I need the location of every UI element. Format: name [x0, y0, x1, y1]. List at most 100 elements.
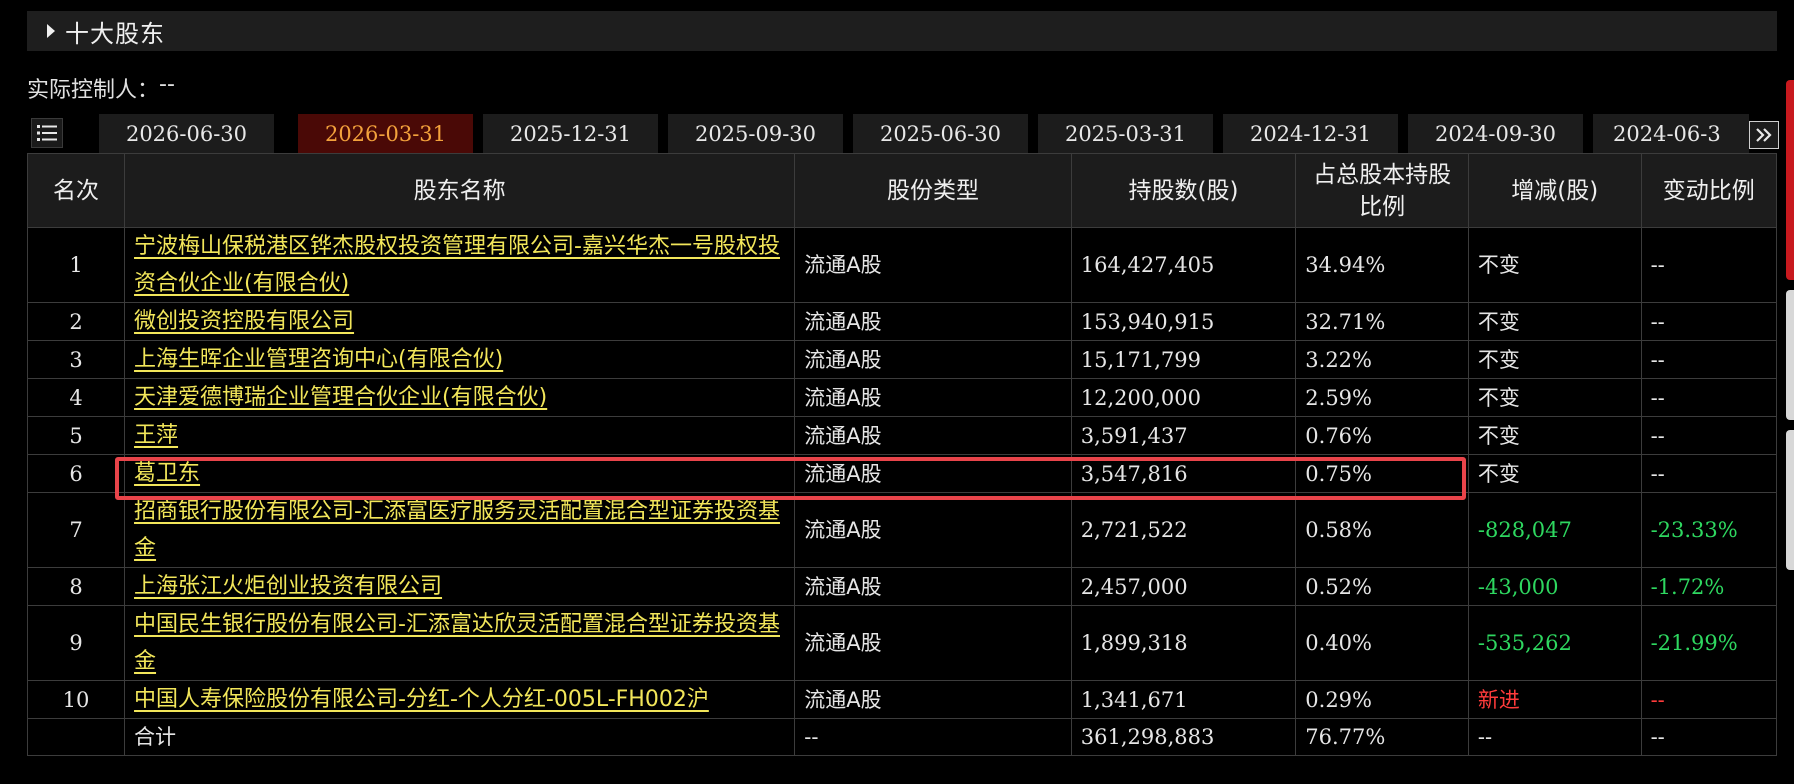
- shareholder-link[interactable]: 葛卫东: [134, 461, 200, 486]
- tab-date[interactable]: 2026-06-30: [99, 114, 274, 153]
- scrollbar-thumb[interactable]: [1786, 290, 1794, 420]
- rank-cell: 9: [26, 605, 126, 681]
- ratio-cell: 2.59%: [1295, 378, 1469, 417]
- table-row[interactable]: 9 中国民生银行股份有限公司-汇添富达欣灵活配置混合型证券投资基金 流通A股 1,89…: [26, 605, 1778, 681]
- change-ratio-cell: --: [1640, 378, 1778, 417]
- shareholder-link[interactable]: 天津爱德博瑞企业管理合伙企业(有限合伙): [134, 385, 547, 410]
- tab-date[interactable]: 2025-03-31: [1038, 114, 1213, 153]
- total-shares: 361,298,883: [1070, 718, 1297, 756]
- shareholder-link[interactable]: 王萍: [134, 423, 178, 448]
- ratio-cell: 0.29%: [1295, 680, 1469, 719]
- type-cell: 流通A股: [794, 680, 1072, 719]
- tab-date[interactable]: 2025-09-30: [668, 114, 843, 153]
- ratio-cell: 32.71%: [1295, 302, 1469, 341]
- name-cell: 招商银行股份有限公司-汇添富医疗服务灵活配置混合型证券投资基金: [124, 492, 796, 568]
- change-cell: 不变: [1467, 302, 1642, 341]
- col-header-type[interactable]: 股份类型: [794, 153, 1072, 228]
- tab-date[interactable]: 2024-06-3: [1593, 114, 1749, 153]
- change-cell: 新进: [1467, 680, 1642, 719]
- change-cell: 不变: [1467, 340, 1642, 379]
- ratio-cell: 0.75%: [1295, 454, 1469, 493]
- name-cell: 宁波梅山保税港区铧杰股权投资管理有限公司-嘉兴华杰一号股权投资合伙企业(有限合伙…: [124, 227, 796, 303]
- table-row[interactable]: 1 宁波梅山保税港区铧杰股权投资管理有限公司-嘉兴华杰一号股权投资合伙企业(有限合…: [26, 227, 1778, 303]
- ratio-cell: 3.22%: [1295, 340, 1469, 379]
- name-cell: 上海张江火炬创业投资有限公司: [124, 567, 796, 606]
- col-header-change[interactable]: 增减(股): [1467, 153, 1642, 228]
- type-cell: 流通A股: [794, 605, 1072, 681]
- table-row[interactable]: 4 天津爱德博瑞企业管理合伙企业(有限合伙) 流通A股 12,200,000 2.59%…: [26, 378, 1778, 417]
- rank-cell: 1: [26, 227, 126, 303]
- type-cell: 流通A股: [794, 340, 1072, 379]
- shares-cell: 164,427,405: [1070, 227, 1297, 303]
- table-row[interactable]: 5 王萍 流通A股 3,591,437 0.76% 不变 --: [26, 416, 1778, 455]
- shares-cell: 2,721,522: [1070, 492, 1297, 568]
- list-icon[interactable]: [31, 118, 63, 148]
- total-ratio: 76.77%: [1295, 718, 1469, 756]
- total-change-ratio: --: [1640, 718, 1778, 756]
- table-row[interactable]: 3 上海生晖企业管理咨询中心(有限合伙) 流通A股 15,171,799 3.22% 不变…: [26, 340, 1778, 379]
- section-header[interactable]: 十大股东: [27, 11, 1777, 51]
- col-header-change-ratio[interactable]: 变动比例: [1640, 153, 1778, 228]
- col-header-rank[interactable]: 名次: [26, 153, 126, 228]
- double-chevron-right-icon[interactable]: [1749, 121, 1779, 149]
- type-cell: 流通A股: [794, 302, 1072, 341]
- shareholder-link[interactable]: 中国人寿保险股份有限公司-分红-个人分红-005L-FH002沪: [134, 687, 709, 712]
- shares-cell: 1,899,318: [1070, 605, 1297, 681]
- scrollbar-thumb-secondary[interactable]: [1786, 430, 1794, 570]
- actual-controller: 实际控制人： --: [27, 72, 175, 104]
- name-cell: 中国人寿保险股份有限公司-分红-个人分红-005L-FH002沪: [124, 680, 796, 719]
- change-cell: -43,000: [1467, 567, 1642, 606]
- ratio-cell: 0.58%: [1295, 492, 1469, 568]
- shareholder-link[interactable]: 上海生晖企业管理咨询中心(有限合伙): [134, 347, 503, 372]
- tab-date[interactable]: 2025-12-31: [483, 114, 658, 153]
- change-ratio-cell: -23.33%: [1640, 492, 1778, 568]
- change-ratio-cell: --: [1640, 340, 1778, 379]
- total-row: 合计 -- 361,298,883 76.77% -- --: [26, 718, 1778, 756]
- col-header-name[interactable]: 股东名称: [124, 153, 796, 228]
- ratio-cell: 0.52%: [1295, 567, 1469, 606]
- rank-cell: 2: [26, 302, 126, 341]
- change-ratio-cell: --: [1640, 454, 1778, 493]
- change-cell: -828,047: [1467, 492, 1642, 568]
- shares-cell: 15,171,799: [1070, 340, 1297, 379]
- shareholder-link[interactable]: 招商银行股份有限公司-汇添富医疗服务灵活配置混合型证券投资基金: [134, 499, 780, 561]
- table-row[interactable]: 2 微创投资控股有限公司 流通A股 153,940,915 32.71% 不变 --: [26, 302, 1778, 341]
- rank-cell: 7: [26, 492, 126, 568]
- report-date-tabs: 2026-06-30 2026-03-31 2025-12-31 2025-09-30…: [27, 114, 1779, 153]
- shareholder-link[interactable]: 宁波梅山保税港区铧杰股权投资管理有限公司-嘉兴华杰一号股权投资合伙企业(有限合伙…: [134, 234, 780, 296]
- ratio-cell: 0.76%: [1295, 416, 1469, 455]
- tab-date[interactable]: 2024-09-30: [1408, 114, 1583, 153]
- shareholders-panel: 十大股东 实际控制人： -- 2026-06-30 2026-03-31 2025-…: [0, 0, 1794, 784]
- scrollbar-marker[interactable]: [1786, 80, 1794, 280]
- change-cell: 不变: [1467, 378, 1642, 417]
- change-ratio-cell: -21.99%: [1640, 605, 1778, 681]
- triangle-right-icon[interactable]: [47, 24, 55, 38]
- change-ratio-cell: -1.72%: [1640, 567, 1778, 606]
- table-row[interactable]: 8 上海张江火炬创业投资有限公司 流通A股 2,457,000 0.52% -43,000…: [26, 567, 1778, 606]
- shareholder-link[interactable]: 微创投资控股有限公司: [134, 309, 354, 334]
- rank-cell: 3: [26, 340, 126, 379]
- ratio-cell: 0.40%: [1295, 605, 1469, 681]
- section-title: 十大股东: [65, 19, 165, 48]
- name-cell: 微创投资控股有限公司: [124, 302, 796, 341]
- ratio-cell: 34.94%: [1295, 227, 1469, 303]
- col-header-ratio[interactable]: 占总股本持股比例: [1295, 153, 1469, 228]
- table-row[interactable]: 7 招商银行股份有限公司-汇添富医疗服务灵活配置混合型证券投资基金 流通A股 2,72…: [26, 492, 1778, 568]
- shareholder-link[interactable]: 中国民生银行股份有限公司-汇添富达欣灵活配置混合型证券投资基金: [134, 612, 780, 674]
- actual-controller-label: 实际控制人：: [27, 78, 160, 103]
- tab-date[interactable]: 2026-03-31: [298, 114, 473, 153]
- table-row[interactable]: 10 中国人寿保险股份有限公司-分红-个人分红-005L-FH002沪 流通A股 1,…: [26, 680, 1778, 719]
- rank-cell: 6: [26, 454, 126, 493]
- rank-cell: 10: [26, 680, 126, 719]
- tab-date[interactable]: 2024-12-31: [1223, 114, 1398, 153]
- rank-cell: [26, 718, 126, 756]
- shareholder-link[interactable]: 上海张江火炬创业投资有限公司: [134, 574, 442, 599]
- type-cell: 流通A股: [794, 454, 1072, 493]
- type-cell: 流通A股: [794, 227, 1072, 303]
- shares-cell: 2,457,000: [1070, 567, 1297, 606]
- type-cell: 流通A股: [794, 567, 1072, 606]
- table-row[interactable]: 6 葛卫东 流通A股 3,547,816 0.75% 不变 --: [26, 454, 1778, 493]
- col-header-shares[interactable]: 持股数(股): [1070, 153, 1297, 228]
- tab-date[interactable]: 2025-06-30: [853, 114, 1028, 153]
- rank-cell: 5: [26, 416, 126, 455]
